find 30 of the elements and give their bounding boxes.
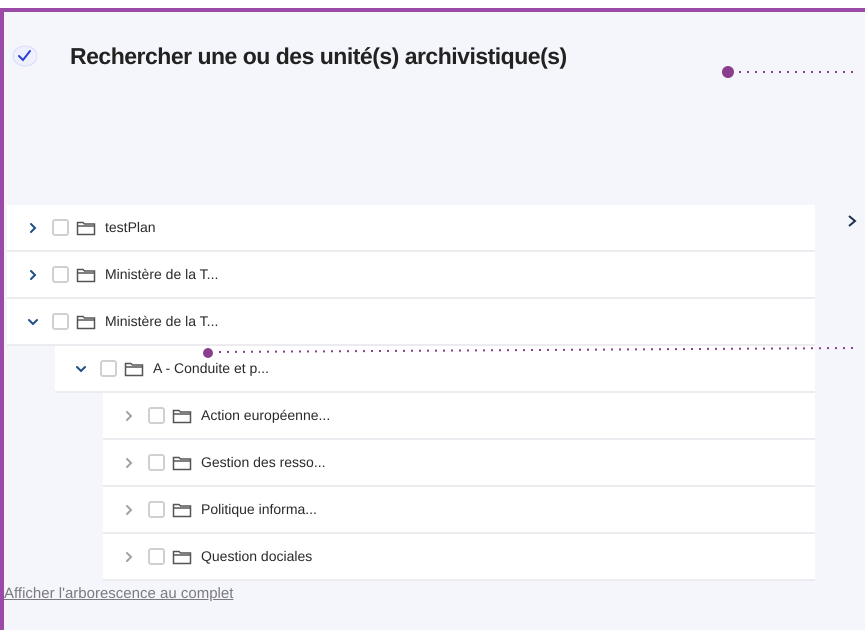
tree-item-label[interactable]: Ministère de la T... xyxy=(105,311,218,332)
folder-icon xyxy=(172,454,192,470)
show-full-tree-link[interactable]: Afficher l'arborescence au complet xyxy=(4,583,865,606)
folder-icon xyxy=(172,548,192,564)
page-title: Rechercher une ou des unité(s) archivistique(s) xyxy=(70,42,567,71)
checkbox[interactable] xyxy=(148,407,165,424)
tree-item-label[interactable]: Action européenne... xyxy=(201,405,330,426)
chevron-right-icon[interactable] xyxy=(27,222,39,234)
folder-icon xyxy=(124,360,144,376)
tree-item-label[interactable]: Politique informa... xyxy=(201,499,317,520)
check-icon xyxy=(11,44,39,68)
checkbox[interactable] xyxy=(52,266,69,283)
checkbox[interactable] xyxy=(52,313,69,330)
tree-item-label[interactable]: Ministère de la T... xyxy=(105,264,218,285)
checkbox[interactable] xyxy=(148,548,165,565)
chevron-right-icon[interactable] xyxy=(847,215,857,227)
chevron-right-icon[interactable] xyxy=(27,268,39,280)
tree-item-label[interactable]: testPlan xyxy=(105,217,156,238)
folder-icon xyxy=(76,266,96,282)
tree-item-label[interactable]: Gestion des resso... xyxy=(201,452,326,473)
checkbox[interactable] xyxy=(52,219,69,236)
folder-icon xyxy=(172,408,192,424)
tree-item-label[interactable]: A - Conduite et p... xyxy=(153,358,269,379)
checkbox[interactable] xyxy=(148,501,165,518)
folder-icon xyxy=(172,502,192,518)
folder-icon xyxy=(76,314,96,330)
checkbox[interactable] xyxy=(148,454,165,471)
folder-icon xyxy=(76,220,96,236)
tree-item-label[interactable]: Question dociales xyxy=(201,546,312,567)
checkbox[interactable] xyxy=(100,360,117,377)
